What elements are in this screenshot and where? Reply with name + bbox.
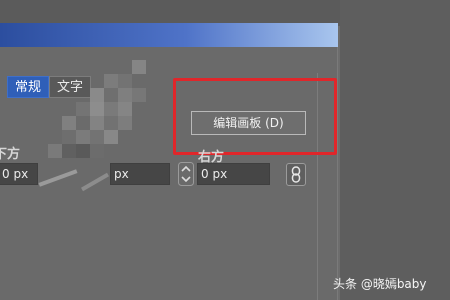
middle-offset-field[interactable]: px: [110, 163, 170, 185]
bottom-offset-field[interactable]: 0 px: [0, 163, 38, 185]
artboard-options-dialog: [0, 23, 338, 300]
tab-text[interactable]: 文字: [49, 76, 92, 98]
link-chain-icon[interactable]: [286, 163, 306, 186]
dialog-tabs: 常规 文字: [7, 76, 92, 98]
tab-general[interactable]: 常规: [7, 76, 50, 98]
edit-artboard-button[interactable]: 编辑画板 (D): [191, 111, 306, 135]
screenshot-stage: 常规 文字 编辑画板 (D) 下方 右方 0 px px 0 px 头条 @晓嫣…: [0, 0, 450, 300]
dialog-titlebar[interactable]: [0, 23, 338, 47]
right-offset-field[interactable]: 0 px: [197, 163, 270, 185]
watermark: 头条 @晓嫣baby: [333, 277, 427, 291]
up-down-stepper-icon[interactable]: [178, 162, 194, 186]
bottom-label: 下方: [0, 147, 21, 162]
right-background-panel: [340, 0, 450, 300]
